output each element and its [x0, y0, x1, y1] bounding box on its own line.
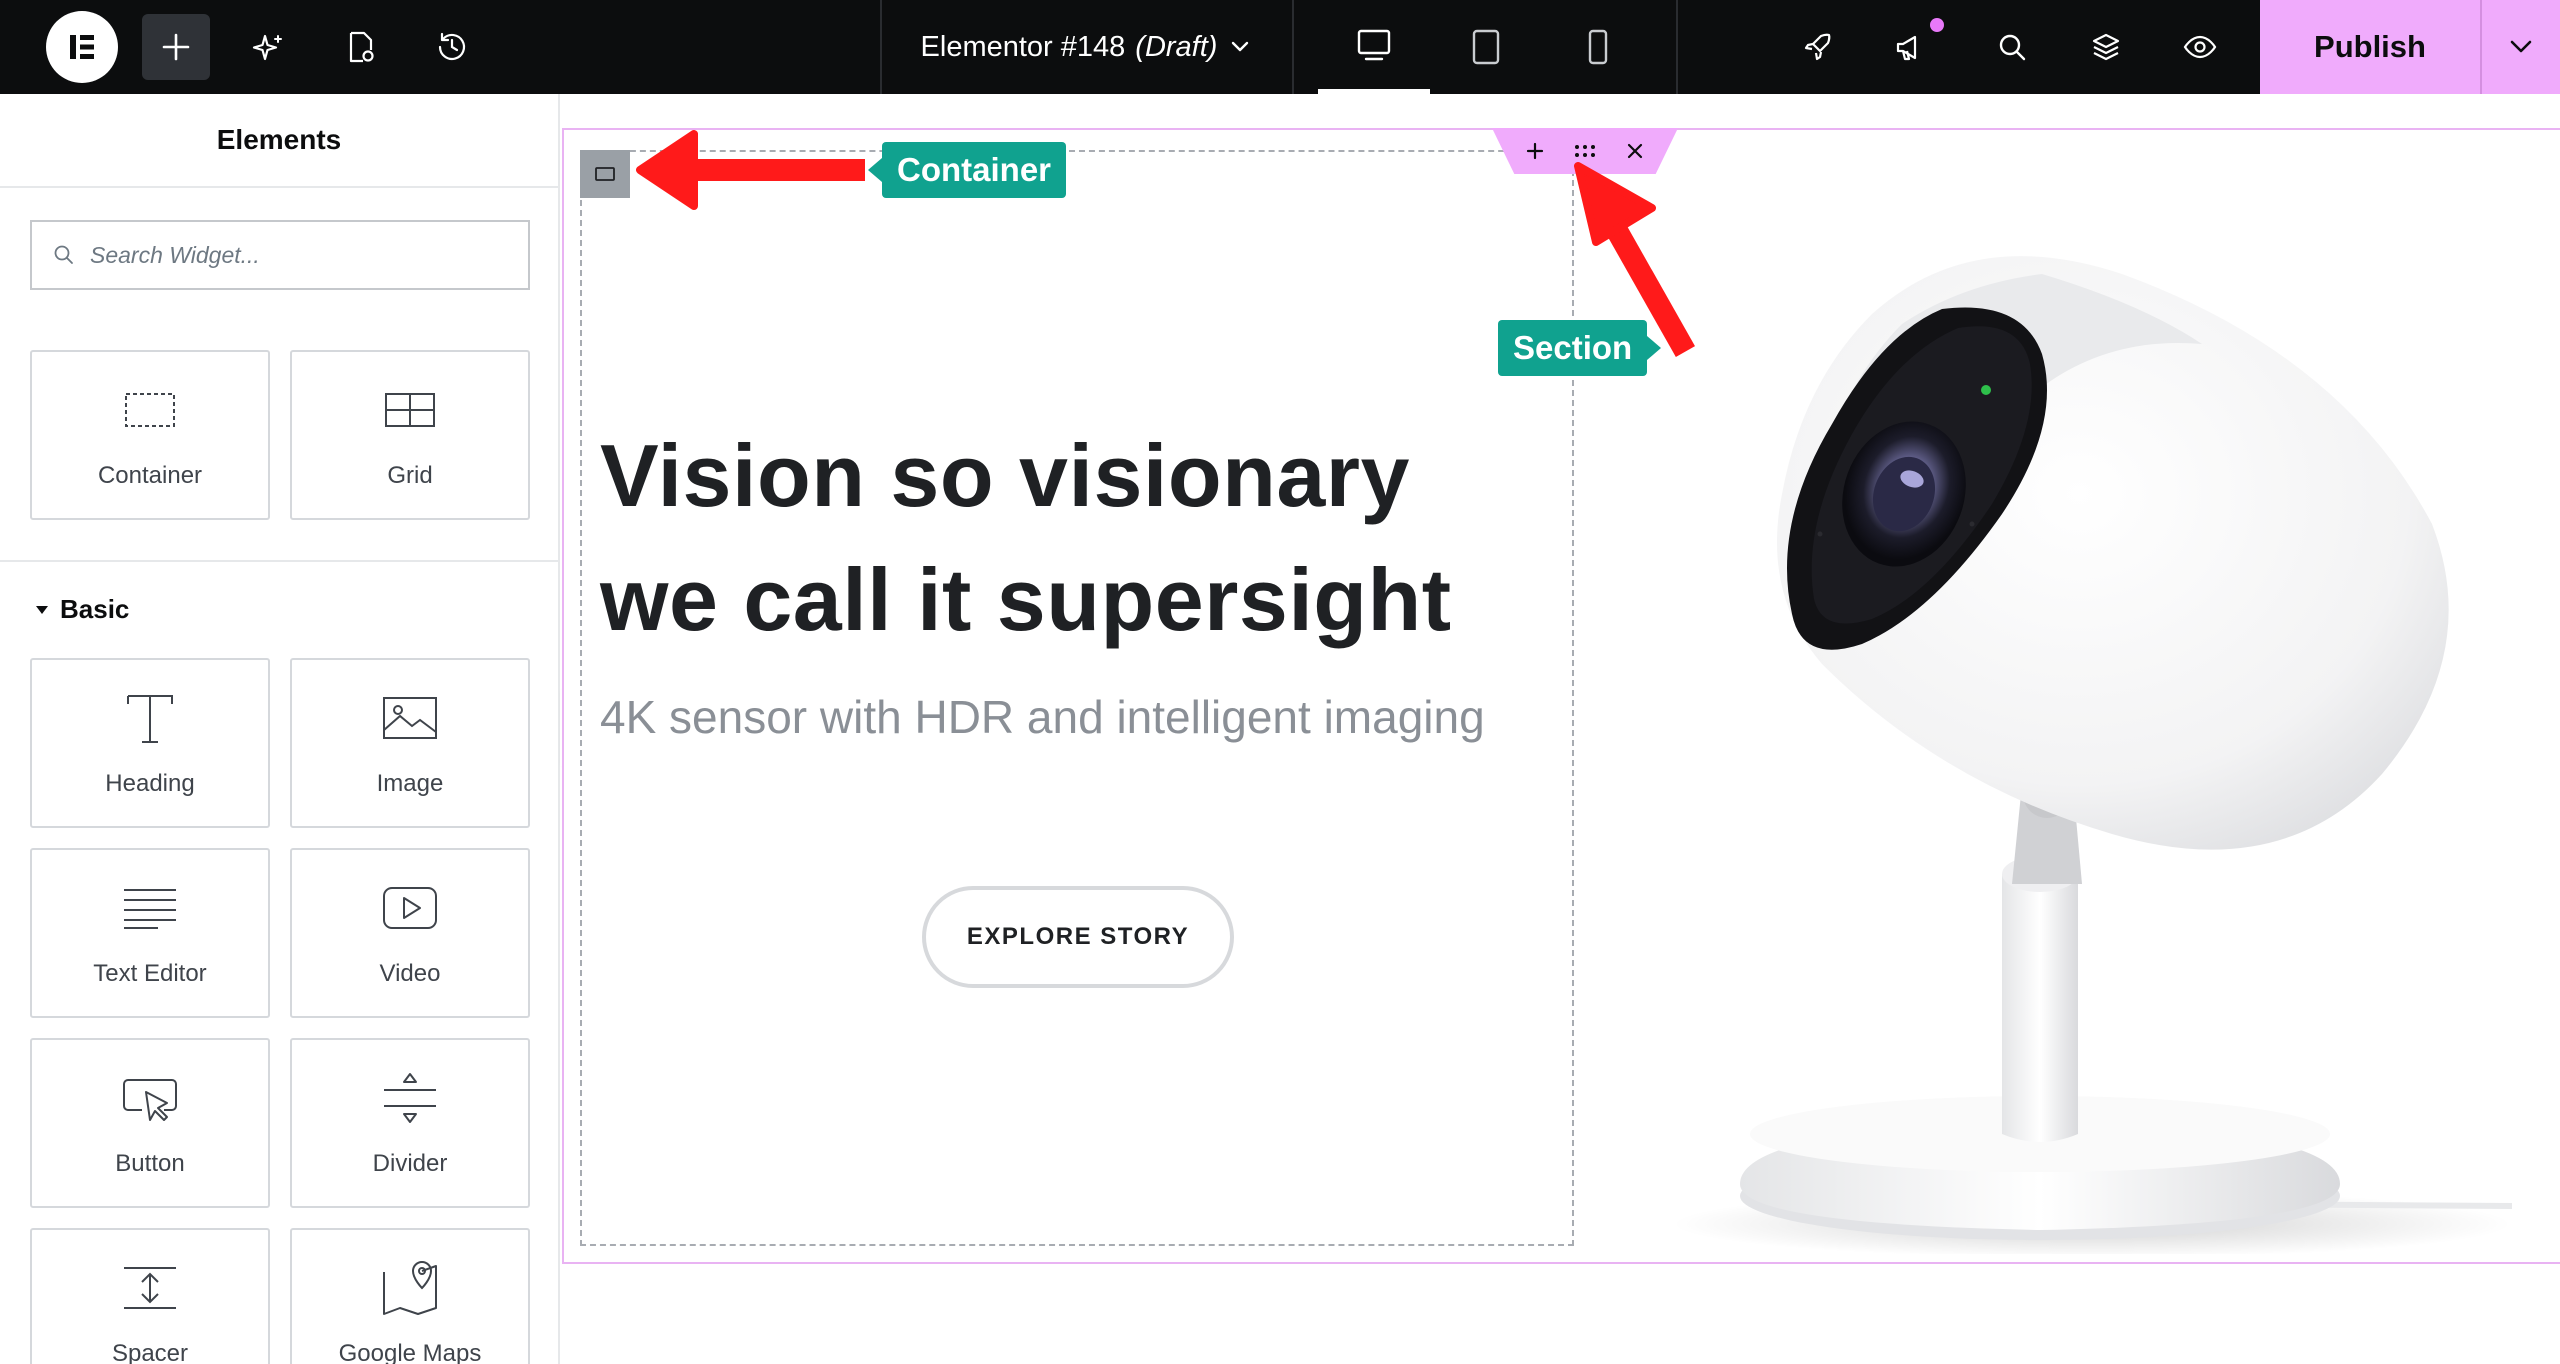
elements-panel: Elements Container Grid Basic Heading Im…: [0, 94, 560, 1364]
desktop-view-button[interactable]: [1318, 0, 1430, 94]
widget-label: Image: [376, 770, 444, 797]
widget-google-maps[interactable]: Google Maps: [290, 1228, 530, 1364]
category-label: Basic: [60, 594, 130, 624]
hero-subheading[interactable]: 4K sensor with HDR and intelligent imagi…: [600, 690, 1600, 744]
container-icon: [125, 393, 175, 427]
widget-label: Video: [379, 960, 441, 987]
layers-icon: [2092, 33, 2120, 61]
rocket-icon: [1804, 33, 1831, 61]
search-button[interactable]: [1978, 14, 2046, 80]
tablet-icon: [1472, 29, 1500, 65]
notification-dot: [1930, 18, 1944, 32]
hero-heading[interactable]: Vision so visionary we call it supersigh…: [600, 414, 1540, 662]
editor-canvas: Vision so visionary we call it supersigh…: [562, 94, 2560, 1364]
widget-image[interactable]: Image: [290, 658, 530, 828]
heading-icon: [127, 695, 173, 743]
search-widget-box[interactable]: [30, 220, 530, 290]
mobile-view-button[interactable]: [1542, 0, 1654, 94]
ai-button[interactable]: [234, 14, 302, 80]
video-icon: [383, 887, 437, 929]
close-icon: [1627, 143, 1643, 159]
chevron-down-icon: [2510, 40, 2532, 53]
document-title-dropdown[interactable]: Elementor #148 (Draft): [880, 0, 1294, 94]
top-bar: Elementor #148 (Draft) Publish: [0, 0, 2560, 94]
divider-icon: [384, 1073, 436, 1123]
tablet-view-button[interactable]: [1430, 0, 1542, 94]
map-icon: [383, 1260, 437, 1315]
search-icon: [1999, 34, 2026, 61]
panel-title: Elements: [0, 94, 558, 188]
chevron-down-icon: [1232, 41, 1249, 52]
elementor-logo-icon[interactable]: [46, 11, 118, 83]
section-toolbar: [1492, 128, 1678, 174]
spacer-icon: [124, 1267, 176, 1309]
add-element-button[interactable]: [142, 14, 210, 80]
delete-section-button[interactable]: [1623, 139, 1647, 163]
text-editor-icon: [124, 889, 176, 929]
widget-grid[interactable]: Grid: [290, 350, 530, 520]
ai-sparkle-icon: [252, 34, 282, 61]
publish-options-button[interactable]: [2482, 0, 2560, 94]
search-widget-input[interactable]: [90, 241, 490, 269]
widget-label: Divider: [372, 1150, 448, 1177]
container-handle-icon: [595, 167, 615, 181]
plus-icon: [1526, 142, 1544, 160]
launch-button[interactable]: [1784, 14, 1852, 80]
drag-handle-icon: [1575, 145, 1595, 157]
publish-button[interactable]: Publish: [2260, 0, 2482, 94]
button-icon: [123, 1079, 177, 1121]
widget-label: Heading: [105, 770, 195, 797]
widget-spacer[interactable]: Spacer: [30, 1228, 270, 1364]
page-settings-icon: [349, 31, 374, 63]
widget-text-editor[interactable]: Text Editor: [30, 848, 270, 1018]
eye-icon: [2183, 35, 2217, 59]
widget-label: Grid: [387, 462, 433, 489]
security-camera-image[interactable]: [1642, 194, 2552, 1254]
widget-label: Spacer: [111, 1340, 189, 1364]
grid-icon: [385, 393, 435, 427]
document-name: Elementor #148: [920, 30, 1126, 63]
toolbar-divider: [1676, 0, 1678, 94]
drag-section-button[interactable]: [1573, 139, 1597, 163]
page-settings-button[interactable]: [326, 14, 394, 80]
widget-label: Button: [115, 1150, 185, 1177]
widget-label: Text Editor: [93, 960, 207, 987]
preview-button[interactable]: [2166, 14, 2234, 80]
desktop-icon: [1357, 29, 1391, 60]
container-handle[interactable]: [580, 150, 630, 198]
widget-container[interactable]: Container: [30, 350, 270, 520]
caret-down-icon: [36, 605, 48, 614]
structure-button[interactable]: [2072, 14, 2140, 80]
widget-button[interactable]: Button: [30, 1038, 270, 1208]
history-button[interactable]: [418, 14, 486, 80]
widget-video[interactable]: Video: [290, 848, 530, 1018]
explore-story-button[interactable]: EXPLORE STORY: [922, 886, 1234, 988]
section-callout: Section: [1498, 320, 1662, 376]
widget-heading[interactable]: Heading: [30, 658, 270, 828]
basic-category-toggle[interactable]: Basic: [34, 594, 129, 625]
panel-divider: [0, 560, 558, 562]
document-status: (Draft): [1135, 30, 1218, 63]
history-icon: [438, 32, 466, 61]
mobile-icon: [1588, 29, 1608, 65]
search-icon: [54, 245, 73, 264]
widget-label: Container: [97, 462, 203, 489]
add-section-button[interactable]: [1523, 139, 1547, 163]
widget-label: Google Maps: [338, 1340, 482, 1364]
widget-divider[interactable]: Divider: [290, 1038, 530, 1208]
image-icon: [383, 697, 437, 739]
megaphone-icon: [1896, 35, 1917, 61]
container-callout: Container: [867, 142, 1067, 198]
plus-icon: [162, 33, 190, 61]
